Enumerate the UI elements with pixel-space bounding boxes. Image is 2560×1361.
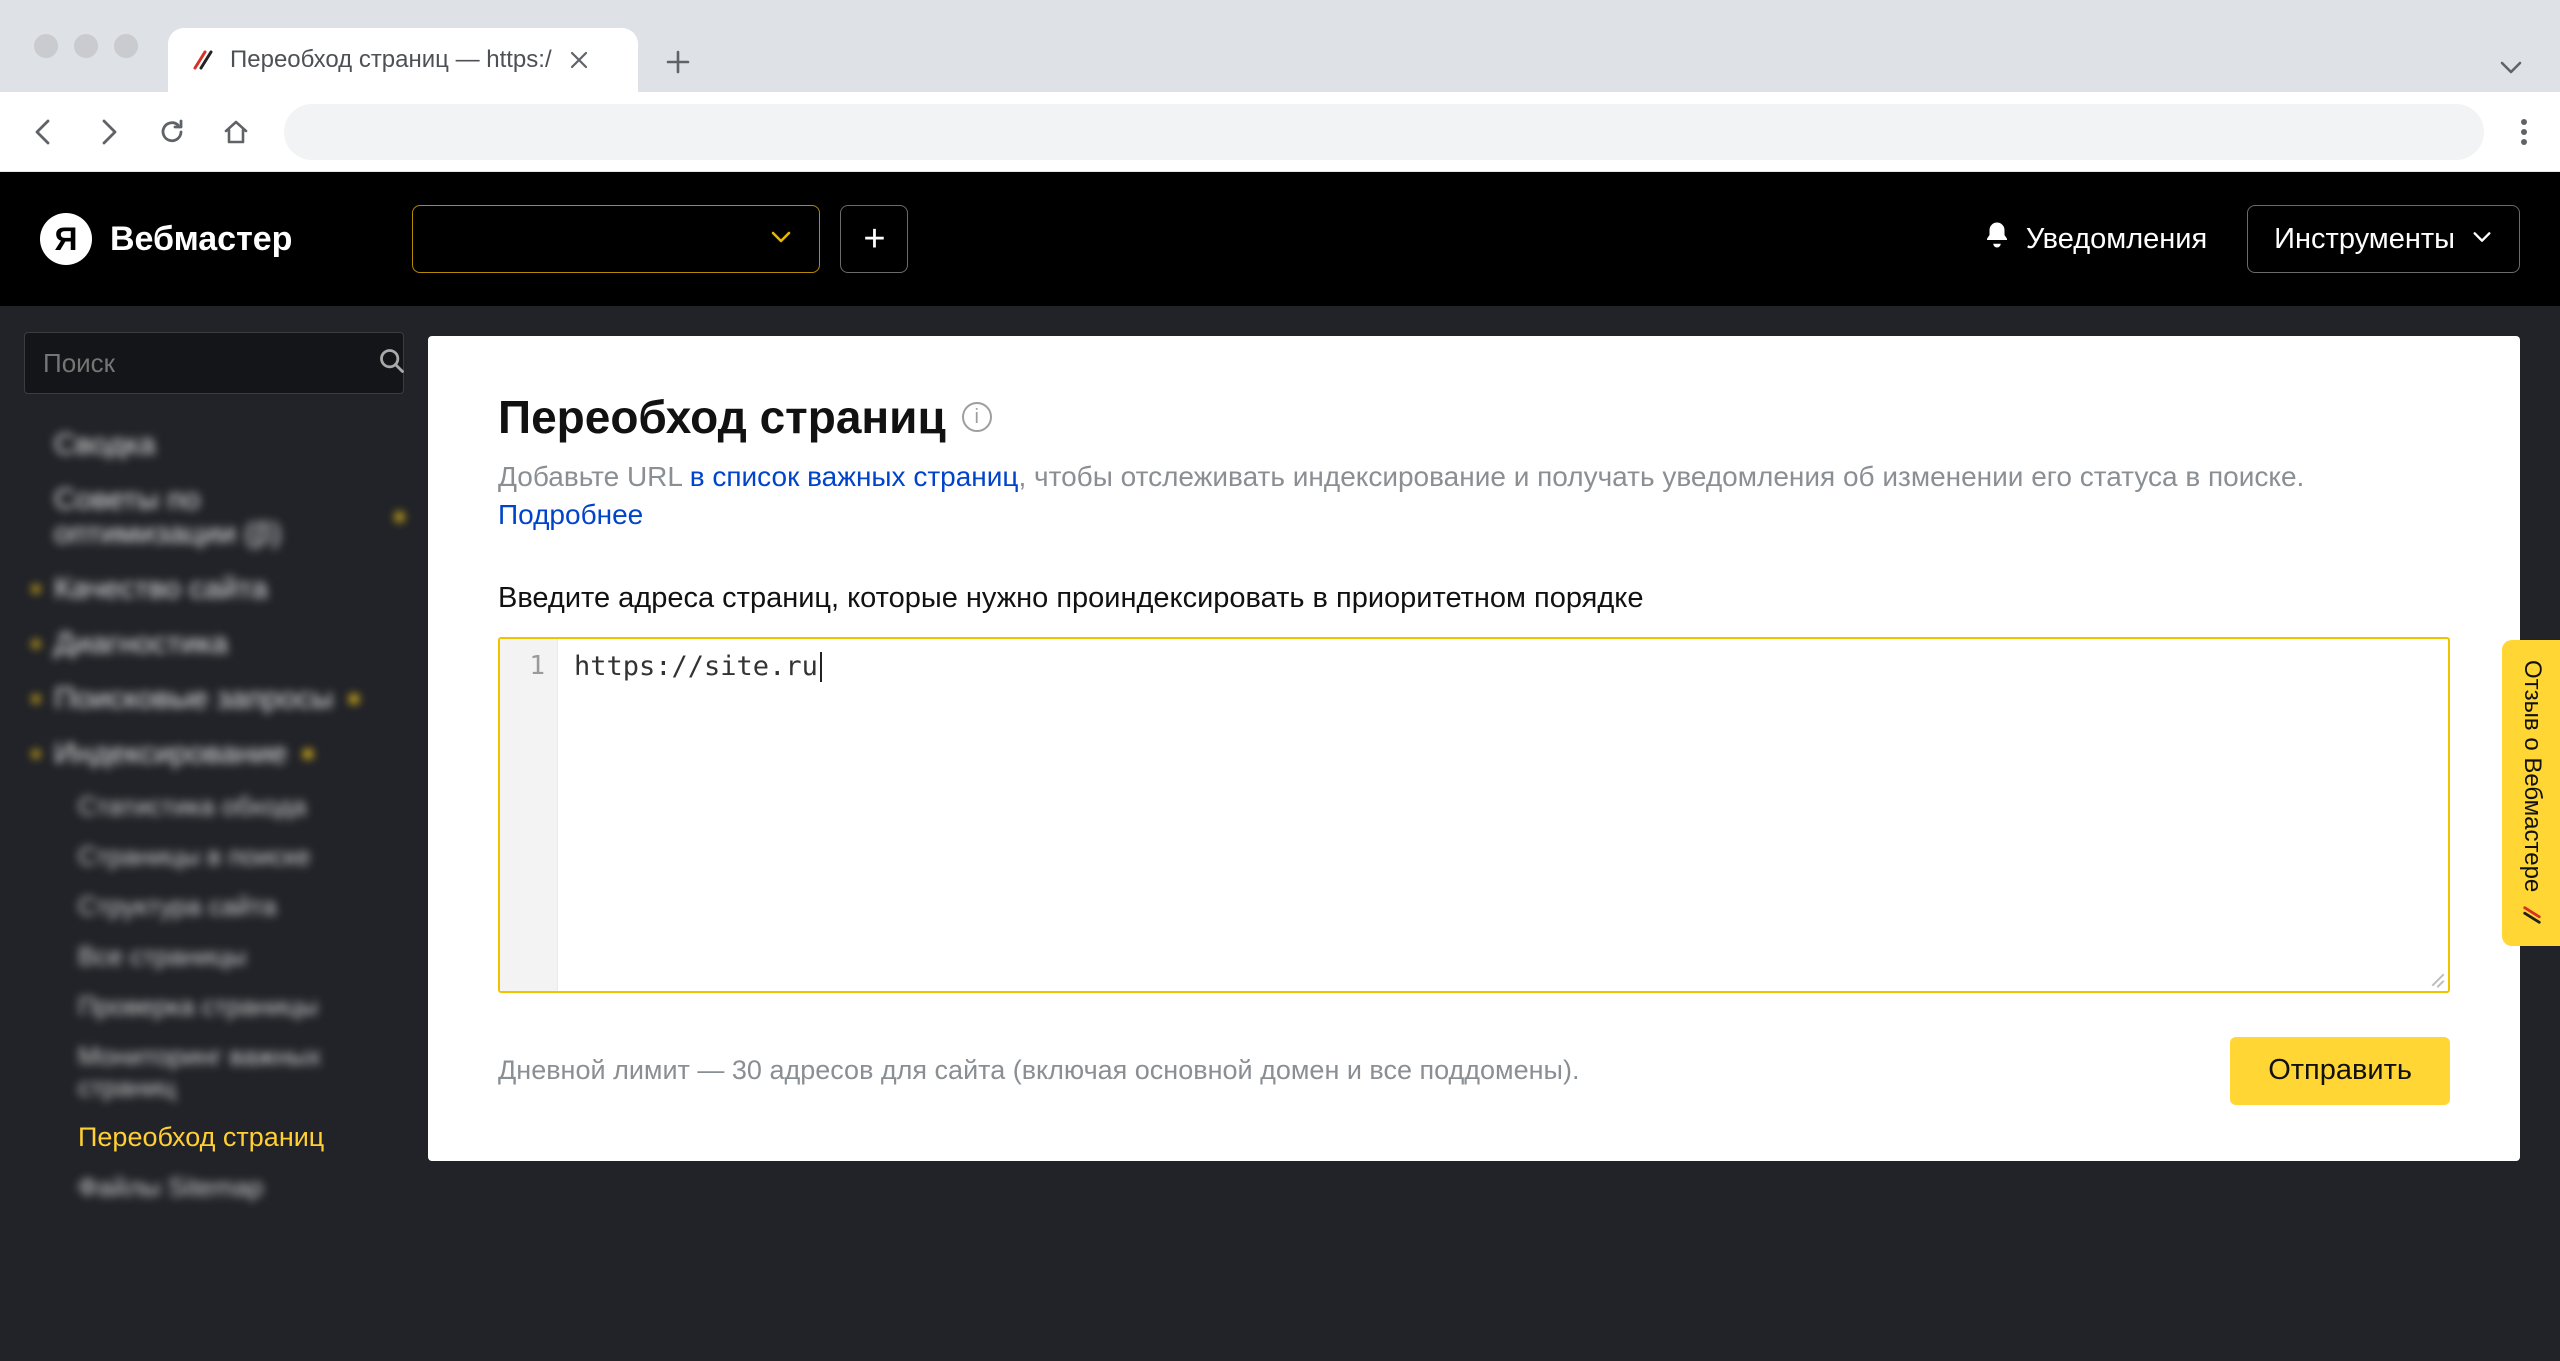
sidebar-sub-all-pages[interactable]: Все страницы xyxy=(24,936,404,977)
sidebar-item-label: Диагностика xyxy=(54,627,228,661)
sidebar-item-label: Сводка xyxy=(54,428,155,462)
add-site-button[interactable]: + xyxy=(840,205,908,273)
subtitle-prefix: Добавьте URL xyxy=(498,461,690,492)
tools-label: Инструменты xyxy=(2274,223,2455,256)
sidebar-item-site-quality[interactable]: Качество сайта xyxy=(24,566,404,612)
sidebar-item-summary[interactable]: Сводка xyxy=(24,422,404,468)
nav-forward-button[interactable] xyxy=(80,104,136,160)
nav-home-button[interactable] xyxy=(208,104,264,160)
daily-limit-text: Дневной лимит — 30 адресов для сайта (вк… xyxy=(498,1055,1579,1086)
sidebar-item-label: Советы по оптимизации (β) xyxy=(54,483,379,551)
link-important-pages[interactable]: в список важных страниц xyxy=(690,461,1019,492)
tools-dropdown[interactable]: Инструменты xyxy=(2247,205,2520,273)
nav-reload-button[interactable] xyxy=(144,104,200,160)
text-caret-icon xyxy=(820,652,822,682)
tab-title: Переобход страниц — https:/ xyxy=(230,46,552,74)
search-icon xyxy=(378,347,406,380)
badge-dot-icon xyxy=(303,749,313,759)
tab-close-icon[interactable] xyxy=(566,47,592,73)
url-input-value: https://site.ru xyxy=(574,651,818,682)
app-header: Я Вебмастер + Уведомления Инструменты xyxy=(0,172,2560,306)
content-card: Переобход страниц i Добавьте URL в списо… xyxy=(428,336,2520,1161)
sidebar-item-search-queries[interactable]: Поисковые запросы xyxy=(24,676,404,722)
brand[interactable]: Я Вебмастер xyxy=(40,213,292,265)
tab-favicon-icon xyxy=(190,47,216,73)
sidebar-item-label: Качество сайта xyxy=(54,572,268,606)
wand-icon xyxy=(2521,901,2543,929)
tab-strip: Переобход страниц — https:/ xyxy=(0,0,2560,92)
url-input-area[interactable]: https://site.ru xyxy=(558,639,2448,991)
page-subtitle: Добавьте URL в список важных страниц, чт… xyxy=(498,458,2450,534)
sidebar-sub-page-check[interactable]: Проверка страницы xyxy=(24,986,404,1027)
sidebar: Сводка Советы по оптимизации (β) Качеств… xyxy=(0,306,428,1361)
site-selector[interactable] xyxy=(412,205,820,273)
feedback-label: Отзыв о Вебмастере xyxy=(2518,660,2546,892)
sidebar-search-input[interactable] xyxy=(43,348,378,379)
line-number-gutter: 1 xyxy=(500,639,558,991)
subtitle-middle: , чтобы отслеживать индексирование и пол… xyxy=(1018,461,2304,492)
link-learn-more[interactable]: Подробнее xyxy=(498,499,643,530)
sidebar-item-label: Поисковые запросы xyxy=(54,682,333,716)
url-textarea[interactable]: 1 https://site.ru xyxy=(498,637,2450,993)
browser-chrome: Переобход страниц — https:/ xyxy=(0,0,2560,172)
sidebar-item-seo-tips[interactable]: Советы по оптимизации (β) xyxy=(24,477,404,557)
page-title: Переобход страниц xyxy=(498,390,946,444)
sidebar-item-diagnostics[interactable]: Диагностика xyxy=(24,621,404,667)
new-tab-button[interactable] xyxy=(648,32,708,92)
notifications-button[interactable]: Уведомления xyxy=(1982,220,2207,258)
brand-logo-icon: Я xyxy=(40,213,92,265)
sidebar-search[interactable] xyxy=(24,332,404,394)
url-bar[interactable] xyxy=(284,104,2484,160)
bell-icon xyxy=(1982,220,2012,258)
sidebar-sub-pages-in-search[interactable]: Страницы в поиске xyxy=(24,836,404,877)
submit-button[interactable]: Отправить xyxy=(2230,1037,2450,1105)
app-body: Сводка Советы по оптимизации (β) Качеств… xyxy=(0,306,2560,1361)
browser-more-button[interactable] xyxy=(2504,104,2544,160)
sidebar-sub-site-structure[interactable]: Структура сайта xyxy=(24,886,404,927)
url-field-label: Введите адреса страниц, которые нужно пр… xyxy=(498,582,2450,615)
window-close-dot[interactable] xyxy=(34,34,58,58)
sidebar-nav: Сводка Советы по оптимизации (β) Качеств… xyxy=(24,422,404,1208)
sidebar-sub-recrawl[interactable]: Переобход страниц xyxy=(24,1117,404,1158)
main-area: Переобход страниц i Добавьте URL в списо… xyxy=(428,306,2560,1361)
sidebar-sub-crawl-stats[interactable]: Статистика обхода xyxy=(24,786,404,827)
line-number: 1 xyxy=(529,651,545,681)
tabs-dropdown-button[interactable] xyxy=(2486,42,2536,92)
info-icon[interactable]: i xyxy=(962,402,992,432)
brand-name: Вебмастер xyxy=(110,220,292,259)
window-controls xyxy=(14,0,168,92)
browser-nav-bar xyxy=(0,92,2560,172)
resize-handle-icon[interactable] xyxy=(2424,967,2444,987)
sidebar-item-label: Индексирование xyxy=(54,737,287,771)
window-maximize-dot[interactable] xyxy=(114,34,138,58)
nav-back-button[interactable] xyxy=(16,104,72,160)
chevron-down-icon xyxy=(2471,223,2493,256)
sidebar-item-indexing[interactable]: Индексирование xyxy=(24,731,404,777)
feedback-tab[interactable]: Отзыв о Вебмастере xyxy=(2502,640,2560,946)
badge-dot-icon xyxy=(349,694,359,704)
window-minimize-dot[interactable] xyxy=(74,34,98,58)
browser-tab-active[interactable]: Переобход страниц — https:/ xyxy=(168,28,638,92)
plus-icon: + xyxy=(863,218,885,261)
sidebar-sub-important-pages-monitor[interactable]: Мониторинг важных страниц xyxy=(24,1036,404,1108)
badge-dot-icon xyxy=(395,512,404,522)
chevron-down-icon xyxy=(769,225,793,254)
sidebar-sub-sitemap-files[interactable]: Файлы Sitemap xyxy=(24,1167,404,1208)
notifications-label: Уведомления xyxy=(2026,223,2207,256)
